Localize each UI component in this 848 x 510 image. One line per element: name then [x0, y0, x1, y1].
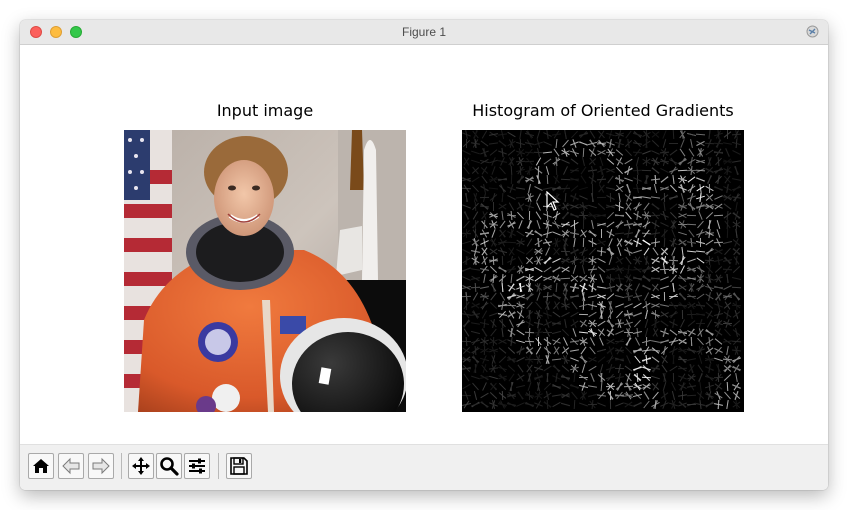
sliders-icon — [189, 458, 205, 474]
save-button[interactable] — [226, 453, 252, 479]
back-button[interactable] — [58, 453, 84, 479]
move-icon — [132, 457, 150, 475]
figure-window: Figure 1 Input image Histogram of Orient… — [20, 20, 828, 490]
zoom-button[interactable] — [156, 453, 182, 479]
toolbar-separator — [121, 453, 122, 479]
forward-button[interactable] — [88, 453, 114, 479]
input-image — [124, 130, 406, 412]
title-bar[interactable]: Figure 1 — [20, 20, 828, 45]
left-axes-title: Input image — [216, 101, 314, 120]
configure-subplots-button[interactable] — [184, 453, 210, 479]
hog-image — [462, 130, 744, 412]
pan-button[interactable] — [128, 453, 154, 479]
figure-canvas[interactable]: Input image Histogram of Oriented Gradie… — [20, 45, 828, 444]
window-title: Figure 1 — [401, 25, 447, 39]
toolbar-separator — [218, 453, 219, 479]
home-button[interactable] — [28, 453, 54, 479]
python-app-icon — [806, 25, 819, 38]
home-icon — [33, 459, 49, 473]
hog-visualization — [462, 130, 744, 412]
floppy-disk-icon — [230, 457, 248, 475]
mouse-cursor-icon — [546, 191, 560, 211]
magnifier-icon — [160, 457, 179, 476]
navigation-toolbar — [20, 444, 828, 490]
astronaut-photo — [124, 130, 406, 412]
forward-arrow-icon — [92, 457, 110, 475]
right-axes-title: Histogram of Oriented Gradients — [472, 101, 734, 120]
back-arrow-icon — [62, 457, 80, 475]
